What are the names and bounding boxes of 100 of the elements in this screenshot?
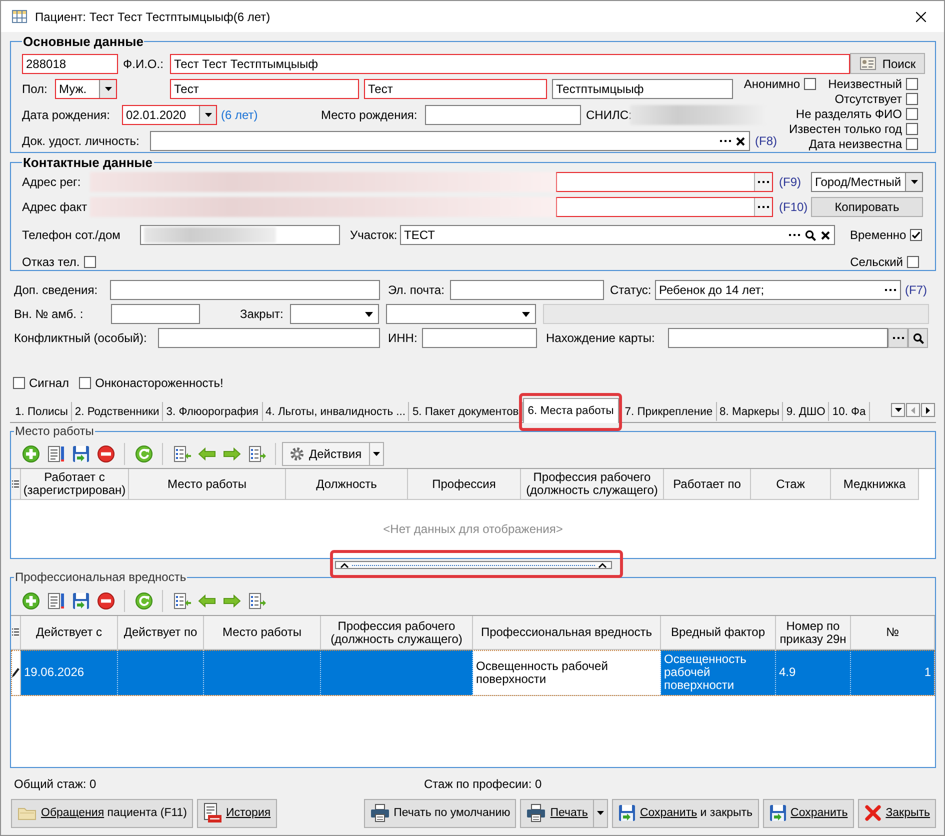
column-header[interactable]: Профессиональная вредность	[473, 616, 661, 650]
checkbox[interactable]	[906, 92, 918, 104]
copy-button[interactable]: Копировать	[811, 197, 923, 217]
list-icon[interactable]	[248, 592, 266, 610]
document-edit-icon[interactable]	[46, 592, 64, 610]
checkbox[interactable]	[79, 377, 92, 389]
tab[interactable]: 3. Флюорография	[163, 402, 262, 421]
refresh-icon[interactable]	[134, 444, 152, 462]
input-field[interactable]	[668, 328, 888, 348]
scroll-right-button[interactable]	[921, 403, 935, 417]
document-edit-icon[interactable]	[46, 444, 64, 462]
clear-icon[interactable]	[821, 230, 830, 240]
plus-circle-icon[interactable]	[22, 592, 40, 610]
input-field[interactable]: ТЕСТ	[400, 225, 835, 245]
save-button[interactable]: Сохранить	[762, 798, 854, 828]
column-header[interactable]: №	[851, 616, 935, 650]
column-header[interactable]: Работает с (зарегистрирован)	[21, 469, 129, 500]
list-icon[interactable]	[248, 444, 266, 462]
list-icon[interactable]	[172, 444, 190, 462]
save-and-close-button[interactable]: Сохранить и закрыть	[612, 798, 759, 828]
checkbox[interactable]	[907, 256, 919, 268]
select-field[interactable]	[386, 304, 536, 324]
browse-button[interactable]	[754, 173, 772, 191]
date-field[interactable]: 02.01.2020	[122, 105, 217, 125]
column-header[interactable]: Действует по	[118, 616, 204, 650]
input-field[interactable]: Тест Тест Тестптымцыыф	[170, 54, 850, 74]
input-field[interactable]: Тестптымцыыф	[552, 79, 733, 99]
checkbox[interactable]	[906, 108, 918, 120]
checkbox[interactable]	[84, 256, 96, 268]
tab[interactable]: 4. Льготы, инвалидность ...	[262, 402, 410, 421]
select-field[interactable]	[290, 304, 379, 324]
column-header[interactable]: Стаж	[751, 469, 831, 500]
checkbox[interactable]	[804, 78, 816, 90]
column-header[interactable]: Место работы	[204, 616, 321, 650]
dropdown-button[interactable]	[99, 80, 116, 98]
column-header[interactable]: Профессия рабочего (должность служащего)	[521, 469, 664, 500]
appeals-button[interactable]: Обращения пациента (F11)	[11, 798, 193, 828]
column-header[interactable]: Профессия	[408, 469, 521, 500]
input-field[interactable]	[422, 328, 537, 348]
refresh-icon[interactable]	[134, 592, 152, 610]
tab[interactable]: 2. Родственники	[72, 402, 164, 421]
input-field[interactable]	[140, 225, 340, 245]
checkbox[interactable]	[906, 138, 918, 150]
minus-circle-icon[interactable]	[96, 444, 114, 462]
input-field[interactable]	[150, 131, 750, 151]
plus-circle-icon[interactable]	[22, 444, 40, 462]
column-header[interactable]: Номер по приказу 29н	[776, 616, 851, 650]
chevron-up-icon[interactable]	[598, 562, 606, 568]
tab[interactable]: 6. Места работы	[522, 398, 619, 423]
input-field[interactable]	[158, 328, 380, 348]
arrow-left-icon[interactable]	[198, 594, 216, 608]
tab[interactable]: 1. Полисы	[12, 402, 72, 421]
input-field[interactable]	[425, 105, 581, 125]
column-chooser-button[interactable]	[11, 616, 21, 650]
column-header[interactable]: Работает по	[664, 469, 751, 500]
arrow-left-icon[interactable]	[198, 446, 216, 460]
search-icon[interactable]	[805, 230, 816, 240]
checkbox[interactable]	[13, 377, 25, 389]
arrow-right-icon[interactable]	[222, 446, 240, 460]
tab[interactable]: 7. Прикрепление	[622, 402, 717, 421]
column-header[interactable]: Медкнижка	[831, 469, 919, 500]
tab[interactable]: 10. Фа	[829, 402, 870, 421]
column-chooser-button[interactable]	[11, 469, 21, 500]
browse-button[interactable]	[754, 198, 772, 216]
input-field[interactable]	[556, 172, 773, 192]
search-button[interactable]: Поиск	[850, 53, 925, 74]
select-field[interactable]: Муж.	[55, 79, 117, 99]
input-field[interactable]	[110, 280, 380, 300]
column-header[interactable]: Вредный фактор	[661, 616, 776, 650]
close-button[interactable]: Закрыть	[858, 798, 936, 828]
close-icon[interactable]	[916, 12, 926, 22]
browse-button[interactable]	[888, 328, 908, 348]
dropdown-button[interactable]	[905, 173, 922, 191]
input-field[interactable]: Тест	[170, 79, 359, 99]
print-dropdown-button[interactable]	[594, 798, 608, 828]
tab[interactable]: 9. ДШО	[783, 402, 830, 421]
clear-icon[interactable]	[736, 136, 745, 146]
input-field[interactable]: Тест	[364, 79, 547, 99]
column-header[interactable]: Место работы	[129, 469, 286, 500]
input-field[interactable]: 288018	[22, 54, 118, 74]
dropdown-button[interactable]	[199, 106, 216, 124]
print-default-button[interactable]: Печать по умолчанию	[364, 798, 516, 828]
actions-button[interactable]: Действия	[282, 442, 370, 466]
print-button[interactable]: Печать	[520, 798, 594, 828]
tab[interactable]: 8. Маркеры	[716, 402, 784, 421]
checkbox[interactable]	[906, 78, 918, 90]
chevron-up-icon[interactable]	[340, 562, 348, 568]
column-header[interactable]: Должность	[286, 469, 408, 500]
arrow-right-icon[interactable]	[222, 594, 240, 608]
select-field[interactable]: Город/Местный	[811, 172, 923, 192]
tab-list-button[interactable]	[891, 403, 905, 417]
search-button[interactable]	[908, 328, 928, 348]
checkbox[interactable]	[906, 122, 918, 134]
splitter-handle[interactable]	[334, 561, 612, 569]
history-button[interactable]: История	[197, 798, 277, 828]
checkbox[interactable]	[910, 229, 922, 241]
input-field[interactable]: Ребенок до 14 лет;	[655, 280, 901, 300]
actions-dropdown-button[interactable]	[370, 442, 384, 466]
column-header[interactable]: Профессия рабочего (должность служащего)	[321, 616, 473, 650]
column-header[interactable]: Действует с	[21, 616, 118, 650]
